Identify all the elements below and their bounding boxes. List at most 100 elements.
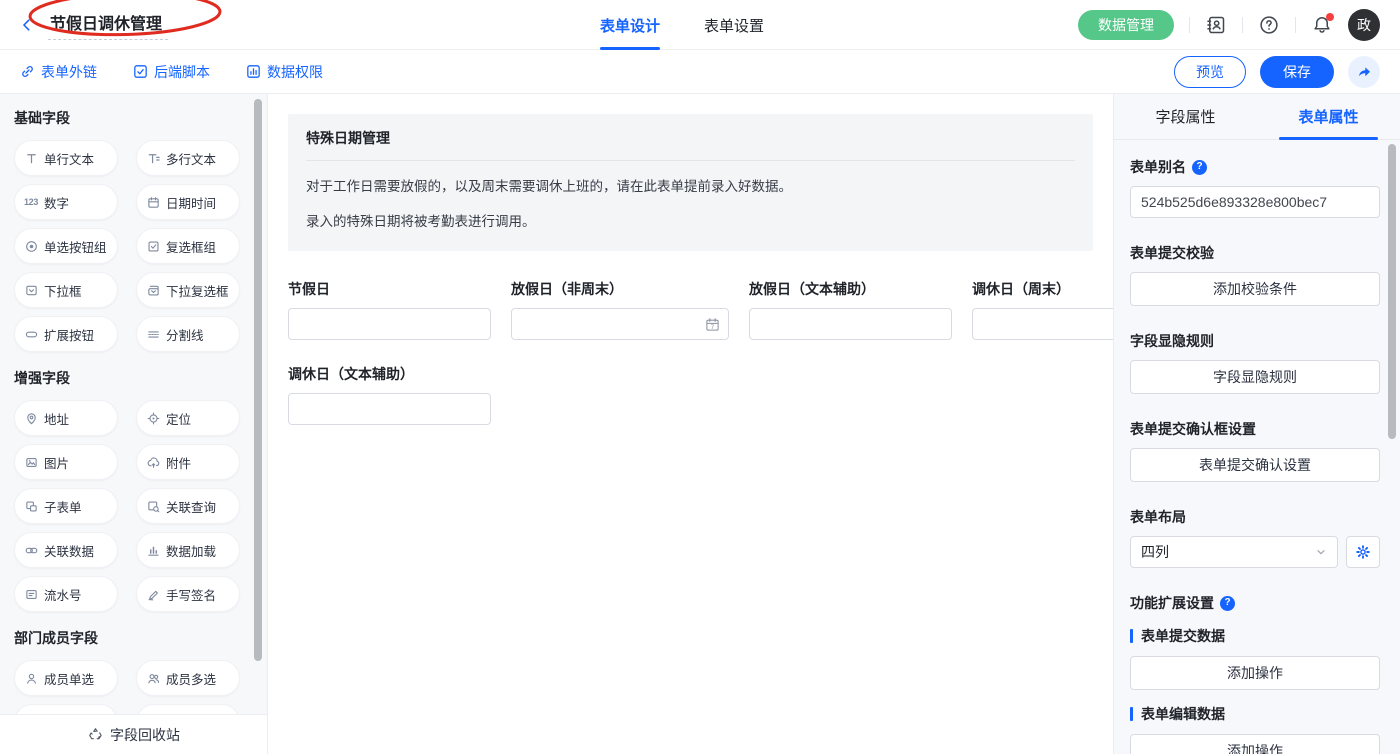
- form-alias-input[interactable]: [1130, 186, 1380, 218]
- sidebar-item-member-single[interactable]: 成员单选: [14, 660, 118, 696]
- sidebar-item-extend-button[interactable]: 扩展按钮: [14, 316, 118, 352]
- properties-tabs: 字段属性 表单属性: [1114, 94, 1400, 140]
- form-description-panel[interactable]: 特殊日期管理 对于工作日需要放假的，以及周末需要调休上班的，请在此表单提前录入好…: [288, 114, 1093, 251]
- data-permission-link[interactable]: 数据权限: [246, 62, 323, 82]
- form-title[interactable]: 节假日调休管理: [48, 10, 168, 40]
- link-icon: [20, 64, 35, 79]
- sidebar-item-divider-line[interactable]: 分割线: [136, 316, 240, 352]
- add-check-condition-button[interactable]: 添加校验条件: [1130, 272, 1380, 306]
- sidebar-item-multi-select[interactable]: 下拉复选框: [136, 272, 240, 308]
- layout-select[interactable]: 四列: [1130, 536, 1338, 568]
- button-icon: [23, 328, 39, 341]
- tab-field-properties[interactable]: 字段属性: [1114, 94, 1257, 139]
- form-external-link[interactable]: 表单外链: [20, 62, 97, 82]
- sidebar-item-select[interactable]: 下拉框: [14, 272, 118, 308]
- form-section-title: 特殊日期管理: [306, 128, 1075, 161]
- form-layout-label: 表单布局: [1130, 508, 1186, 526]
- enhanced-fields-grid: 地址 定位 图片 附件 子表单 关联查询: [14, 400, 267, 612]
- field-dayoff-textaux[interactable]: 放假日（文本辅助）: [749, 279, 952, 340]
- data-manage-button[interactable]: 数据管理: [1078, 10, 1174, 40]
- save-button[interactable]: 保存: [1260, 56, 1334, 88]
- field-dayoff-nonweekend[interactable]: 放假日（非周末） 7: [511, 279, 729, 340]
- help-icon[interactable]: [1258, 14, 1280, 36]
- sidebar-item-radio-group[interactable]: 单选按钮组: [14, 228, 118, 264]
- subform-icon: [23, 500, 39, 513]
- tab-form-properties[interactable]: 表单属性: [1257, 94, 1400, 139]
- sidebar-item-multi-line-text[interactable]: 多行文本: [136, 140, 240, 176]
- extension-settings-label: 功能扩展设置: [1130, 594, 1214, 612]
- address-pin-icon: [23, 412, 39, 425]
- help-icon[interactable]: ?: [1220, 596, 1235, 611]
- backend-script-link[interactable]: 后端脚本: [133, 62, 210, 82]
- preview-button[interactable]: 预览: [1174, 56, 1246, 88]
- sidebar-item-image[interactable]: 图片: [14, 444, 118, 480]
- form-toolbar: 表单外链 后端脚本 数据权限 预览 保存: [0, 50, 1400, 94]
- sidebar-item-number[interactable]: 123 数字: [14, 184, 118, 220]
- sidebar-item-member-multi[interactable]: 成员多选: [136, 660, 240, 696]
- field-visibility-rules-button[interactable]: 字段显隐规则: [1130, 360, 1380, 394]
- field-label: 调休日（文本辅助）: [288, 364, 491, 384]
- divider: [1189, 17, 1190, 33]
- field-label: 放假日（文本辅助）: [749, 279, 952, 299]
- date-picker-icon[interactable]: 7: [705, 317, 720, 332]
- related-query-icon: [145, 500, 161, 513]
- field-label: 调休日（周末）: [972, 279, 1113, 299]
- bell-icon[interactable]: [1311, 14, 1333, 36]
- sidebar-item-signature[interactable]: 手写签名: [136, 576, 240, 612]
- location-target-icon: [145, 412, 161, 425]
- section-submit-confirm: 表单提交确认框设置 表单提交确认设置: [1130, 420, 1380, 482]
- field-label: 放假日（非周末）: [511, 279, 729, 299]
- workswap-weekend-input[interactable]: [981, 315, 1113, 333]
- avatar[interactable]: 政: [1348, 9, 1380, 41]
- add-submit-action-button[interactable]: 添加操作: [1130, 656, 1380, 690]
- member-single-icon: [23, 672, 39, 685]
- workswap-textaux-input[interactable]: [297, 400, 482, 418]
- chevron-down-icon: [1315, 546, 1327, 558]
- submit-check-label: 表单提交校验: [1130, 244, 1214, 262]
- sidebar-item-subform[interactable]: 子表单: [14, 488, 118, 524]
- field-recycle-bin[interactable]: 字段回收站: [0, 714, 268, 754]
- section-form-layout: 表单布局 四列: [1130, 508, 1380, 568]
- basic-fields-grid: 单行文本 多行文本 123 数字 日期时间 单选按钮组 复选框组: [14, 140, 267, 352]
- sidebar-item-related-query[interactable]: 关联查询: [136, 488, 240, 524]
- sidebar-item-address[interactable]: 地址: [14, 400, 118, 436]
- sidebar-item-related-data[interactable]: 关联数据: [14, 532, 118, 568]
- back-icon[interactable]: [20, 17, 36, 33]
- share-button[interactable]: [1348, 56, 1380, 88]
- contacts-icon[interactable]: [1205, 14, 1227, 36]
- field-workswap-textaux[interactable]: 调休日（文本辅助）: [288, 364, 491, 425]
- sidebar-item-location[interactable]: 定位: [136, 400, 240, 436]
- form-fields-grid: 节假日 放假日（非周末） 7 放假日（文本辅助） 调休日（周末）: [288, 279, 1093, 425]
- sidebar-item-datetime[interactable]: 日期时间: [136, 184, 240, 220]
- field-workswap-weekend[interactable]: 调休日（周末） 7: [972, 279, 1113, 340]
- properties-scrollbar[interactable]: [1388, 144, 1396, 439]
- divider: [1295, 17, 1296, 33]
- sidebar-item-data-load[interactable]: 数据加载: [136, 532, 240, 568]
- form-alias-label: 表单别名: [1130, 158, 1186, 176]
- related-data-icon: [23, 544, 39, 557]
- sidebar-item-checkbox-group[interactable]: 复选框组: [136, 228, 240, 264]
- submit-data-subsection-label: 表单提交数据: [1130, 626, 1380, 646]
- dayoff-textaux-input[interactable]: [758, 315, 943, 333]
- layout-settings-button[interactable]: [1346, 536, 1380, 568]
- tab-form-design[interactable]: 表单设计: [600, 0, 660, 50]
- group-title-basic: 基础字段: [14, 108, 267, 128]
- help-icon[interactable]: ?: [1192, 160, 1207, 175]
- submit-confirm-settings-button[interactable]: 表单提交确认设置: [1130, 448, 1380, 482]
- holiday-input[interactable]: [297, 315, 482, 333]
- add-edit-action-button[interactable]: 添加操作: [1130, 734, 1380, 754]
- form-canvas[interactable]: 特殊日期管理 对于工作日需要放假的，以及周末需要调休上班的，请在此表单提前录入好…: [268, 94, 1113, 754]
- sidebar-item-single-line-text[interactable]: 单行文本: [14, 140, 118, 176]
- sidebar-item-attachment[interactable]: 附件: [136, 444, 240, 480]
- sidebar-scrollbar[interactable]: [254, 99, 262, 661]
- visibility-label: 字段显隐规则: [1130, 332, 1214, 350]
- field-holiday[interactable]: 节假日: [288, 279, 491, 340]
- sidebar-item-serial-number[interactable]: 流水号: [14, 576, 118, 612]
- tab-form-settings[interactable]: 表单设置: [704, 0, 764, 50]
- dayoff-nonweekend-input[interactable]: [520, 315, 705, 333]
- image-icon: [23, 456, 39, 469]
- properties-panel: 字段属性 表单属性 表单别名 ? 表单提交校验 添加校验条件 字段显隐规则 字段…: [1113, 94, 1400, 754]
- group-title-members: 部门成员字段: [14, 628, 267, 648]
- multi-line-text-icon: [145, 152, 161, 165]
- header-actions: 数据管理 政: [1078, 9, 1380, 41]
